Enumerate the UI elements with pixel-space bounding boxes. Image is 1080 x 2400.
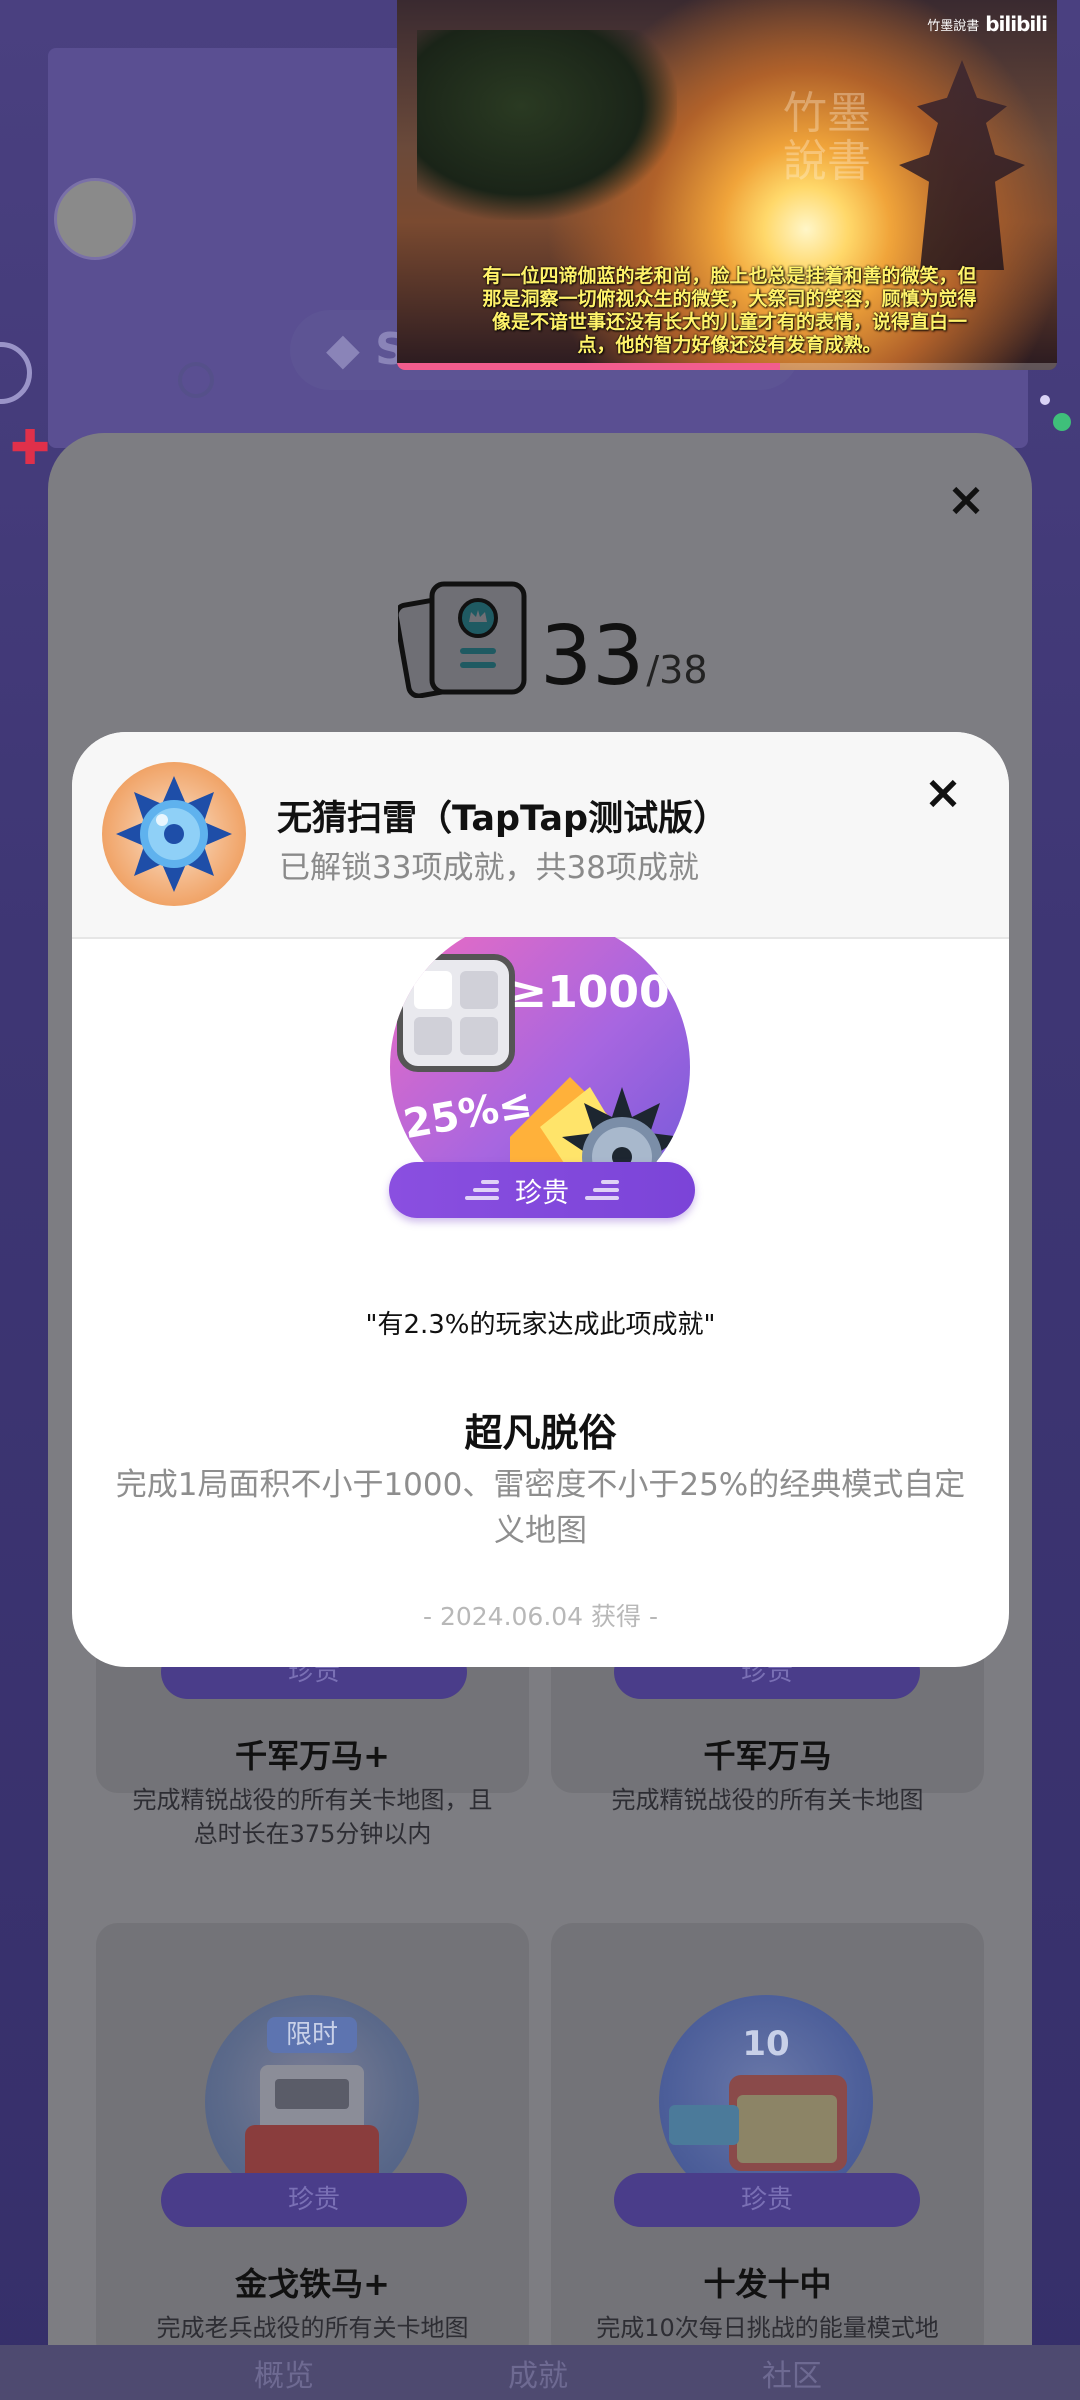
unlocked-count: 33 [540, 609, 645, 704]
achievement-count-header: 33 /38 [393, 578, 708, 704]
achievement-title: 千军万马+ [235, 1737, 390, 1775]
plus-icon: ✚ [10, 420, 51, 476]
video-scene-pagoda [899, 60, 1025, 270]
bilibili-logo: bilibili [985, 12, 1048, 36]
channel-name: 竹墨說書 [927, 18, 980, 34]
game-achievement-summary: 已解锁33项成就，共38项成就 [279, 850, 699, 886]
decor-ring [178, 362, 214, 398]
status-dot [1053, 413, 1071, 431]
rarity-badge: 珍贵 [614, 2173, 920, 2227]
modal-header: 无猜扫雷（TapTap测试版） 已解锁33项成就，共38项成就 × [72, 732, 1009, 939]
modal-close-icon[interactable]: × [921, 769, 965, 815]
rarity-badge: 珍贵 [161, 2173, 467, 2227]
achievement-desc: 完成10次每日挑战的能量模式地 [596, 2314, 939, 2342]
achievement-title: 金戈铁马+ [235, 2265, 390, 2303]
achievement-date: - 2024.06.04 获得 - [422, 1602, 659, 1631]
achievement-title: 千军万马 [703, 1737, 832, 1775]
achievement-book-icon [393, 578, 530, 699]
video-progress-bar[interactable] [397, 363, 1057, 370]
video-progress-fill [397, 363, 780, 370]
video-player[interactable]: 竹墨說書 竹墨說書 bilibili 有一位四谛伽蓝的老和尚，脸上也总是挂着和善… [397, 0, 1057, 370]
avatar [54, 178, 136, 260]
decor-dot [1040, 395, 1050, 405]
video-scene-tree [417, 30, 677, 220]
minesweeper-game-icon [102, 762, 246, 906]
nav-item[interactable]: 成就 [508, 2351, 568, 2395]
video-subtitle: 有一位四谛伽蓝的老和尚，脸上也总是挂着和善的微笑，但那是洞察一切俯视众生的微笑，… [482, 265, 977, 356]
medal-label: 限时 [286, 2020, 338, 2050]
video-brand: 竹墨說書 bilibili [927, 12, 1048, 36]
nav-item[interactable]: 社区 [762, 2351, 822, 2395]
medal-label: 10 [742, 2024, 789, 2064]
achievement-title: 十发十中 [703, 2265, 832, 2303]
game-title: 无猜扫雷（TapTap测试版） [277, 799, 729, 839]
rarity-badge: 珍贵 [389, 1162, 695, 1218]
panel-close-icon[interactable]: × [944, 476, 988, 522]
video-watermark: 竹墨說書 [783, 88, 871, 187]
achievement-description: 完成1局面积不小于1000、雷密度不小于25%的经典模式自定义地图 [115, 1467, 966, 1549]
achievement-desc: 完成老兵战役的所有关卡地图 [156, 2314, 469, 2342]
player-percentage: "有2.3%的玩家达成此项成就" [365, 1310, 716, 1340]
nav-item[interactable]: 概览 [254, 2351, 314, 2395]
stripes-icon [465, 1180, 499, 1200]
achievement-name: 超凡脱俗 [464, 1411, 617, 1455]
bottom-nav: 概览 成就 社区 [0, 2345, 1080, 2400]
achievement-detail-modal: 无猜扫雷（TapTap测试版） 已解锁33项成就，共38项成就 × ≥1000 … [72, 732, 1009, 1667]
stripes-icon [585, 1180, 619, 1200]
achievement-desc: 完成精锐战役的所有关卡地图，且总时长在375分钟以内 [132, 1786, 493, 1848]
badge-text-top: ≥1000 [510, 967, 669, 1018]
achievement-desc: 完成精锐战役的所有关卡地图 [611, 1786, 924, 1814]
total-count: /38 [646, 648, 708, 692]
rarity-label: 珍贵 [515, 1177, 569, 1209]
